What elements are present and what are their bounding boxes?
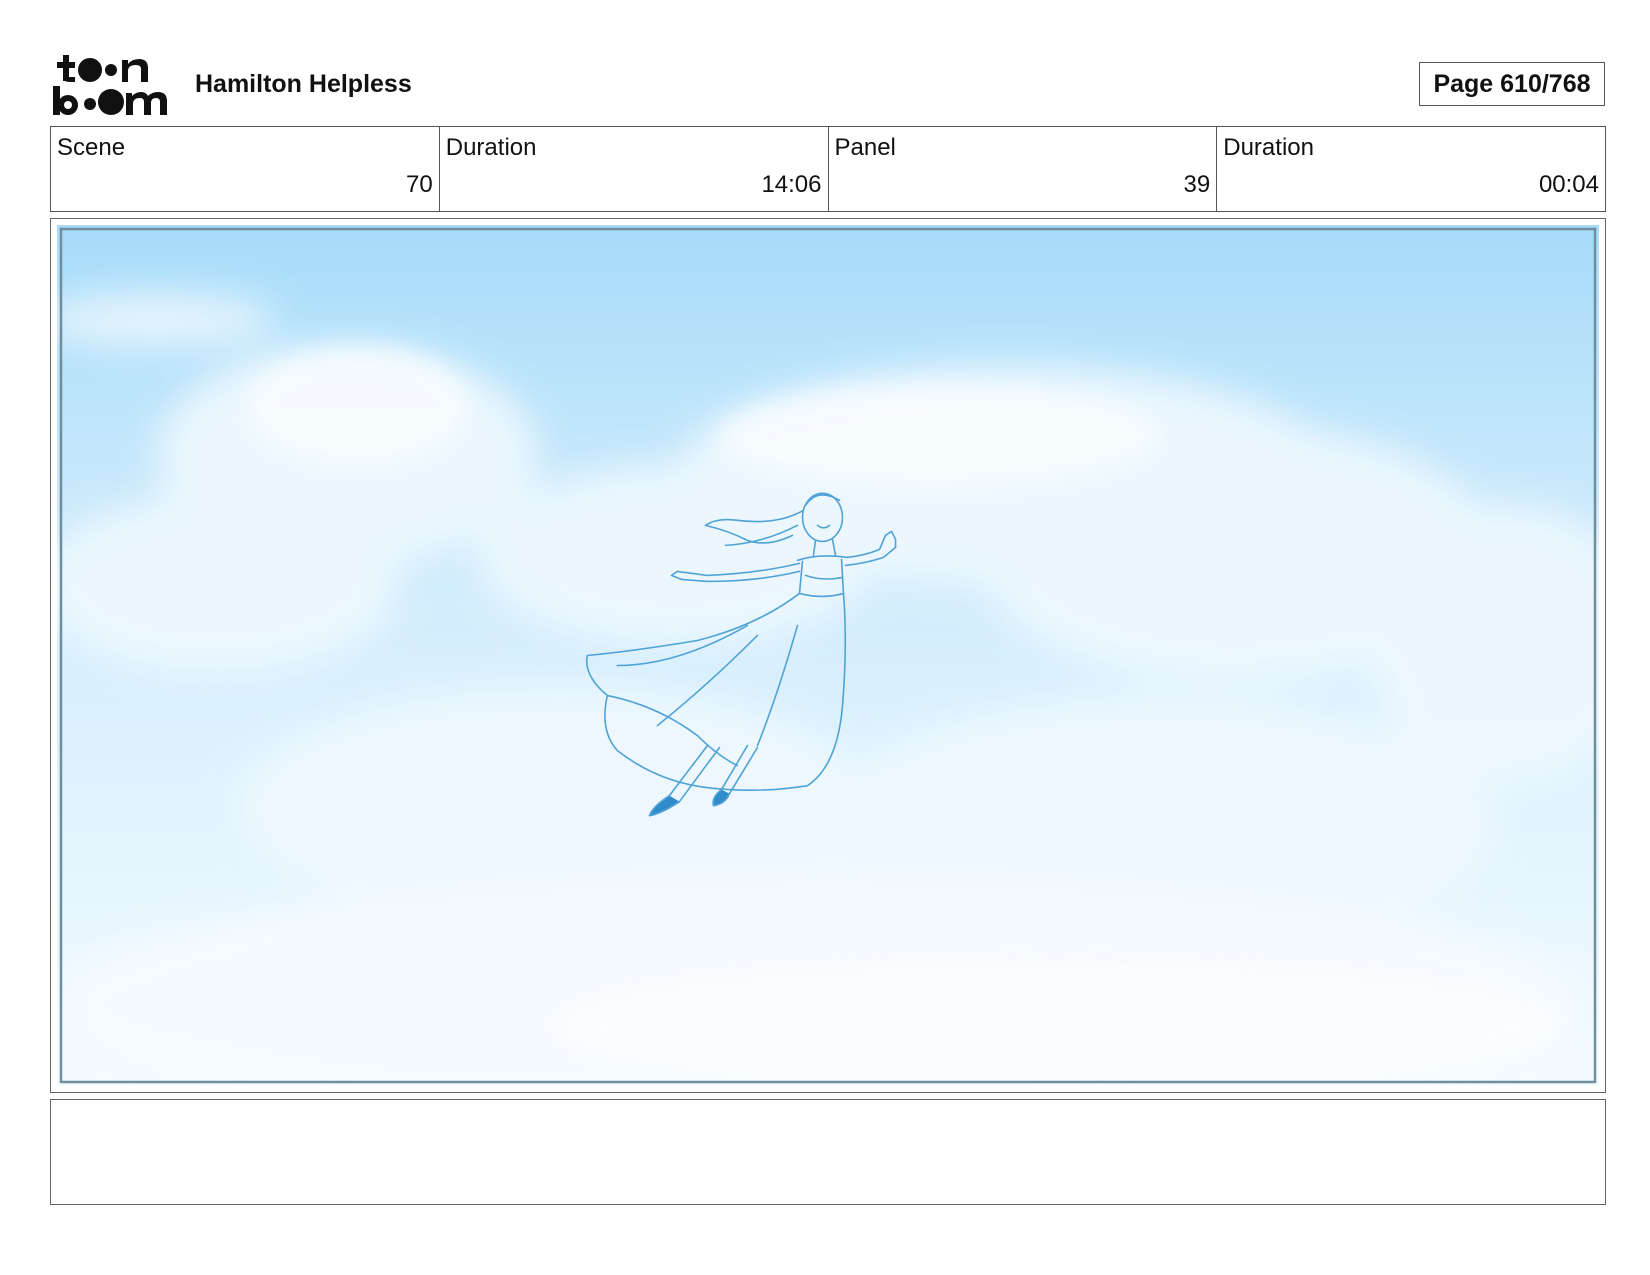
storyboard-panel	[50, 218, 1606, 1093]
scene-duration-cell: Duration 14:06	[440, 127, 829, 211]
panel-value: 39	[1183, 171, 1211, 198]
panel-cell: Panel 39	[829, 127, 1218, 211]
scene-label: Scene	[57, 134, 126, 161]
page-indicator: Page 610/768	[1419, 62, 1605, 106]
panel-notes-box	[50, 1099, 1606, 1205]
scene-value: 70	[406, 171, 433, 198]
toon-boom-logo	[53, 55, 167, 115]
sky-scene-illustration	[57, 225, 1599, 1086]
panel-artwork	[57, 225, 1599, 1086]
scene-duration-label: Duration	[445, 134, 537, 161]
panel-label: Panel	[834, 134, 896, 161]
panel-info-table: Scene 70 Duration 14:06 Panel 39 Duratio…	[50, 126, 1606, 212]
panel-duration-label: Duration	[1223, 134, 1314, 161]
project-title: Hamilton Helpless	[195, 70, 412, 98]
scene-duration-value: 14:06	[761, 171, 822, 198]
panel-duration-value: 00:04	[1538, 171, 1599, 198]
scene-cell: Scene 70	[51, 127, 440, 211]
panel-duration-cell: Duration 00:04	[1217, 127, 1605, 211]
